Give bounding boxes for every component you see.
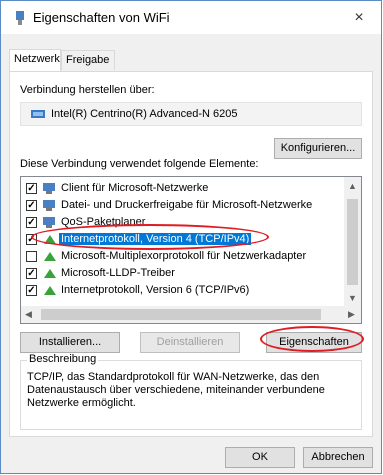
network-service-icon	[43, 217, 55, 228]
description-text: TCP/IP, das Standardprotokoll für WAN-Ne…	[27, 371, 325, 409]
properties-dialog: Eigenschaften von WiFi × Netzwerk Freiga…	[0, 0, 382, 474]
configure-button[interactable]: Konfigurieren...	[274, 138, 362, 159]
item-label: Internetprotokoll, Version 6 (TCP/IPv6)	[61, 284, 250, 296]
adapter-field: Intel(R) Centrino(R) Advanced-N 6205	[20, 102, 362, 126]
item-label: Datei- und Druckerfreigabe für Microsoft…	[61, 199, 313, 211]
adapter-name: Intel(R) Centrino(R) Advanced-N 6205	[51, 108, 238, 120]
elements-label: Diese Verbindung verwendet folgende Elem…	[20, 158, 259, 170]
item-label: QoS-Paketplaner	[61, 216, 146, 228]
scroll-thumb[interactable]	[347, 199, 358, 285]
protocol-icon	[44, 269, 56, 278]
item-label: Client für Microsoft-Netzwerke	[61, 182, 209, 194]
item-checkbox[interactable]	[26, 251, 37, 262]
cancel-button[interactable]: Abbrechen	[303, 447, 373, 468]
network-client-icon	[43, 183, 55, 194]
list-item[interactable]: ✓ Internetprotokoll, Version 6 (TCP/IPv6…	[21, 283, 341, 299]
connect-via-label: Verbindung herstellen über:	[20, 84, 155, 96]
list-item[interactable]: ✓ Microsoft-LLDP-Treiber	[21, 266, 341, 282]
vertical-scrollbar[interactable]: ▲ ▼	[344, 177, 361, 308]
network-card-icon	[31, 110, 45, 118]
uninstall-button[interactable]: Deinstallieren	[140, 332, 240, 353]
install-button[interactable]: Installieren...	[20, 332, 120, 353]
protocol-icon	[44, 286, 56, 295]
protocol-icon	[44, 252, 56, 261]
list-item[interactable]: ✓ Client für Microsoft-Netzwerke	[21, 181, 341, 197]
elements-list: ✓ Client für Microsoft-Netzwerke ✓ Datei…	[20, 176, 362, 324]
list-item[interactable]: ✓ Internetprotokoll, Version 4 (TCP/IPv4…	[21, 232, 341, 248]
scroll-left-icon[interactable]: ◀	[25, 309, 32, 320]
ok-button[interactable]: OK	[225, 447, 295, 468]
item-checkbox[interactable]: ✓	[26, 183, 37, 194]
item-label: Microsoft-Multiplexorprotokoll für Netzw…	[61, 250, 307, 262]
list-item[interactable]: ✓ QoS-Paketplaner	[21, 215, 341, 231]
item-checkbox[interactable]: ✓	[26, 268, 37, 279]
item-checkbox[interactable]: ✓	[26, 217, 37, 228]
item-checkbox[interactable]: ✓	[26, 200, 37, 211]
netzwerk-panel: Verbindung herstellen über: Intel(R) Cen…	[9, 71, 373, 437]
properties-button[interactable]: Eigenschaften	[266, 332, 362, 353]
network-service-icon	[43, 200, 55, 211]
scroll-thumb[interactable]	[41, 309, 321, 320]
description-legend: Beschreibung	[27, 353, 99, 365]
tab-netzwerk[interactable]: Netzwerk	[9, 49, 61, 71]
window-title: Eigenschaften von WiFi	[33, 10, 170, 25]
item-checkbox[interactable]: ✓	[26, 285, 37, 296]
title-bar: Eigenschaften von WiFi ×	[1, 1, 381, 34]
description-group: Beschreibung TCP/IP, das Standardprotoko…	[20, 353, 362, 430]
item-label: Internetprotokoll, Version 4 (TCP/IPv4)	[59, 233, 252, 245]
item-checkbox[interactable]: ✓	[26, 234, 37, 245]
protocol-icon	[44, 235, 56, 244]
close-icon: ×	[354, 8, 364, 26]
list-item[interactable]: Microsoft-Multiplexorprotokoll für Netzw…	[21, 249, 341, 265]
scroll-down-icon[interactable]: ▼	[348, 293, 357, 303]
list-item[interactable]: ✓ Datei- und Druckerfreigabe für Microso…	[21, 198, 341, 214]
scroll-right-icon[interactable]: ▶	[348, 309, 355, 320]
item-label: Microsoft-LLDP-Treiber	[61, 267, 175, 279]
tab-freigabe[interactable]: Freigabe	[61, 50, 115, 70]
scroll-up-icon[interactable]: ▲	[348, 181, 357, 191]
close-button[interactable]: ×	[337, 1, 381, 34]
horizontal-scrollbar[interactable]: ◀ ▶	[21, 306, 361, 323]
network-adapter-icon	[16, 11, 24, 25]
